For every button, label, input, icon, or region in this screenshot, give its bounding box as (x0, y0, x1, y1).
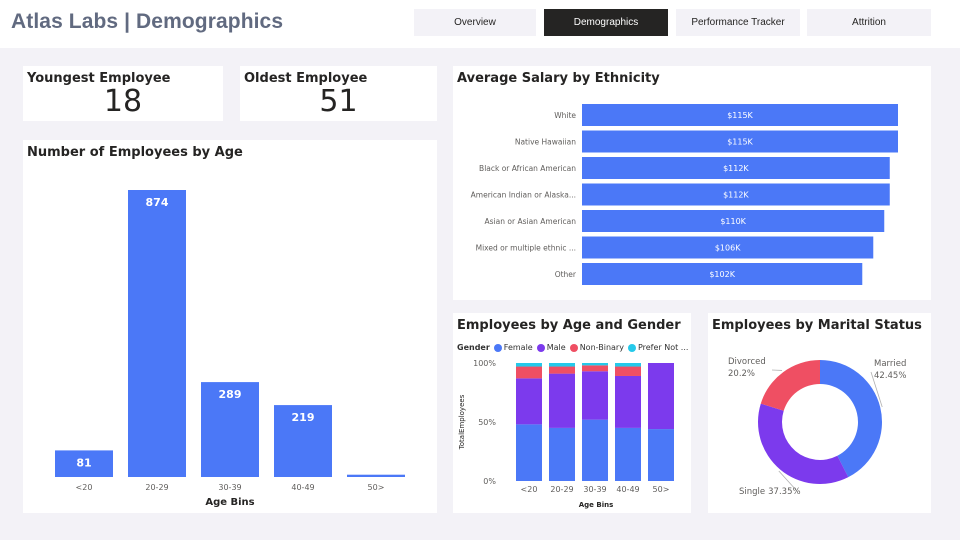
stack-seg-female-20-29[interactable] (549, 427, 575, 481)
stack-seg-non-binary-30-39[interactable] (582, 365, 608, 372)
age-x-tick: 50> (368, 483, 385, 492)
salary-bar-label: $115K (727, 138, 753, 147)
salary-bar-label: $115K (727, 111, 753, 120)
age-x-tick: 30-39 (218, 483, 241, 492)
card-marital-status[interactable]: Employees by Marital Status Married 42.45… (708, 313, 931, 513)
salary-y-tick: White (554, 111, 576, 120)
kpi-value-oldest: 51 (319, 84, 358, 119)
salary-bar-label: $112K (723, 191, 749, 200)
donut-label-pct: 37.35% (768, 487, 800, 497)
stack-seg-male-20[interactable] (516, 378, 542, 425)
stack-seg-prefer-not-20-29[interactable] (549, 363, 575, 367)
stack-seg-male-20-29[interactable] (549, 373, 575, 428)
age-x-tick: 20-29 (145, 483, 168, 492)
age-bar-chart: 81 <20 874 20-29 289 30-39 219 40-49 50> Age Bins (55, 190, 405, 508)
stack-seg-female-40-49[interactable] (615, 427, 641, 481)
gender-y-tick: 0% (483, 477, 496, 486)
gender-y-tick: 100% (473, 359, 496, 368)
stack-seg-prefer-not-20[interactable] (516, 363, 542, 367)
age-bar-50[interactable] (347, 474, 405, 477)
salary-y-tick: Mixed or multiple ethnic ... (476, 244, 576, 253)
gender-y-tick: 50% (478, 418, 496, 427)
age-x-axis-title: Age Bins (205, 497, 254, 508)
donut-label-married-pct: 42.45% (874, 371, 906, 381)
stack-seg-non-binary-20-29[interactable] (549, 366, 575, 374)
stack-seg-female-20[interactable] (516, 424, 542, 481)
gender-x-tick: 40-49 (616, 485, 639, 494)
tab-attrition[interactable]: Attrition (807, 9, 931, 36)
tab-overview[interactable]: Overview (414, 9, 536, 36)
donut-label-name: Single (739, 487, 765, 497)
salary-bar-label: $112K (723, 164, 749, 173)
salary-y-tick: Native Hawaiian (515, 138, 576, 147)
tab-performance-tracker[interactable]: Performance Tracker (676, 9, 800, 36)
page-title: Atlas Labs | Demographics (11, 10, 284, 33)
stack-seg-male-30-39[interactable] (582, 371, 608, 420)
donut-label-divorced-pct: 20.2% (728, 369, 755, 379)
card-salary-by-ethnicity[interactable]: Average Salary by Ethnicity $115K White $1… (453, 66, 931, 300)
salary-bar-label: $106K (715, 244, 741, 253)
salary-bar-chart: $115K White $115K Native Hawaiian $112K Black… (471, 104, 898, 285)
card-employees-by-age[interactable]: Number of Employees by Age 81 <20 874 20-29… (23, 140, 437, 513)
salary-y-tick: Black or African American (479, 164, 576, 173)
gender-x-tick: <20 (521, 485, 538, 494)
age-bar-20-29[interactable] (128, 190, 186, 477)
donut-slice-divorced[interactable] (760, 360, 820, 411)
salary-y-tick: Asian or Asian American (485, 217, 577, 226)
stack-seg-non-binary-20[interactable] (516, 366, 542, 379)
gender-x-tick: 50> (653, 485, 670, 494)
age-gender-stacked-chart: <20 20-29 30-39 40-49 50> 0% 50% 100% TotalEmplo… (458, 359, 674, 509)
stack-seg-non-binary-40-49[interactable] (615, 366, 641, 376)
age-x-tick: <20 (76, 483, 93, 492)
donut-label-divorced-name: Divorced (728, 357, 766, 367)
card-age-gender[interactable]: Employees by Age and Gender Gender Femal… (453, 313, 691, 513)
stack-seg-female-50[interactable] (648, 429, 674, 481)
gender-y-axis-title: TotalEmployees (458, 394, 466, 450)
salary-bar-label: $102K (709, 270, 735, 279)
gender-x-tick: 20-29 (550, 485, 573, 494)
stack-seg-prefer-not-40-49[interactable] (615, 363, 641, 367)
tab-demographics[interactable]: Demographics (544, 9, 668, 36)
stack-seg-male-50[interactable] (648, 363, 674, 430)
age-bar-label: 81 (76, 456, 91, 469)
kpi-card-oldest: Oldest Employee 51 (240, 66, 437, 121)
stack-seg-female-30-39[interactable] (582, 419, 608, 481)
gender-x-axis-title: Age Bins (579, 501, 614, 509)
stack-seg-prefer-not-30-39[interactable] (582, 363, 608, 366)
salary-bar-label: $110K (720, 217, 746, 226)
donut-slice-single[interactable] (758, 403, 849, 484)
age-bar-label: 289 (219, 388, 242, 401)
header-bar: Atlas Labs | Demographics Overview Demog… (0, 0, 960, 48)
donut-label-single: Single 37.35% (739, 487, 801, 497)
salary-y-tick: Other (555, 270, 577, 279)
age-x-tick: 40-49 (291, 483, 314, 492)
stack-seg-male-40-49[interactable] (615, 375, 641, 428)
gender-x-tick: 30-39 (583, 485, 606, 494)
age-bar-label: 874 (146, 196, 169, 209)
age-bar-label: 219 (292, 411, 315, 424)
donut-label-married-name: Married (874, 359, 906, 369)
marital-donut-chart: Married 42.45% Single 37.35% Divorced 20.2% (728, 357, 906, 497)
kpi-card-youngest: Youngest Employee 18 (23, 66, 223, 121)
kpi-value-youngest: 18 (103, 84, 143, 119)
salary-y-tick: American Indian or Alaska... (471, 191, 576, 200)
